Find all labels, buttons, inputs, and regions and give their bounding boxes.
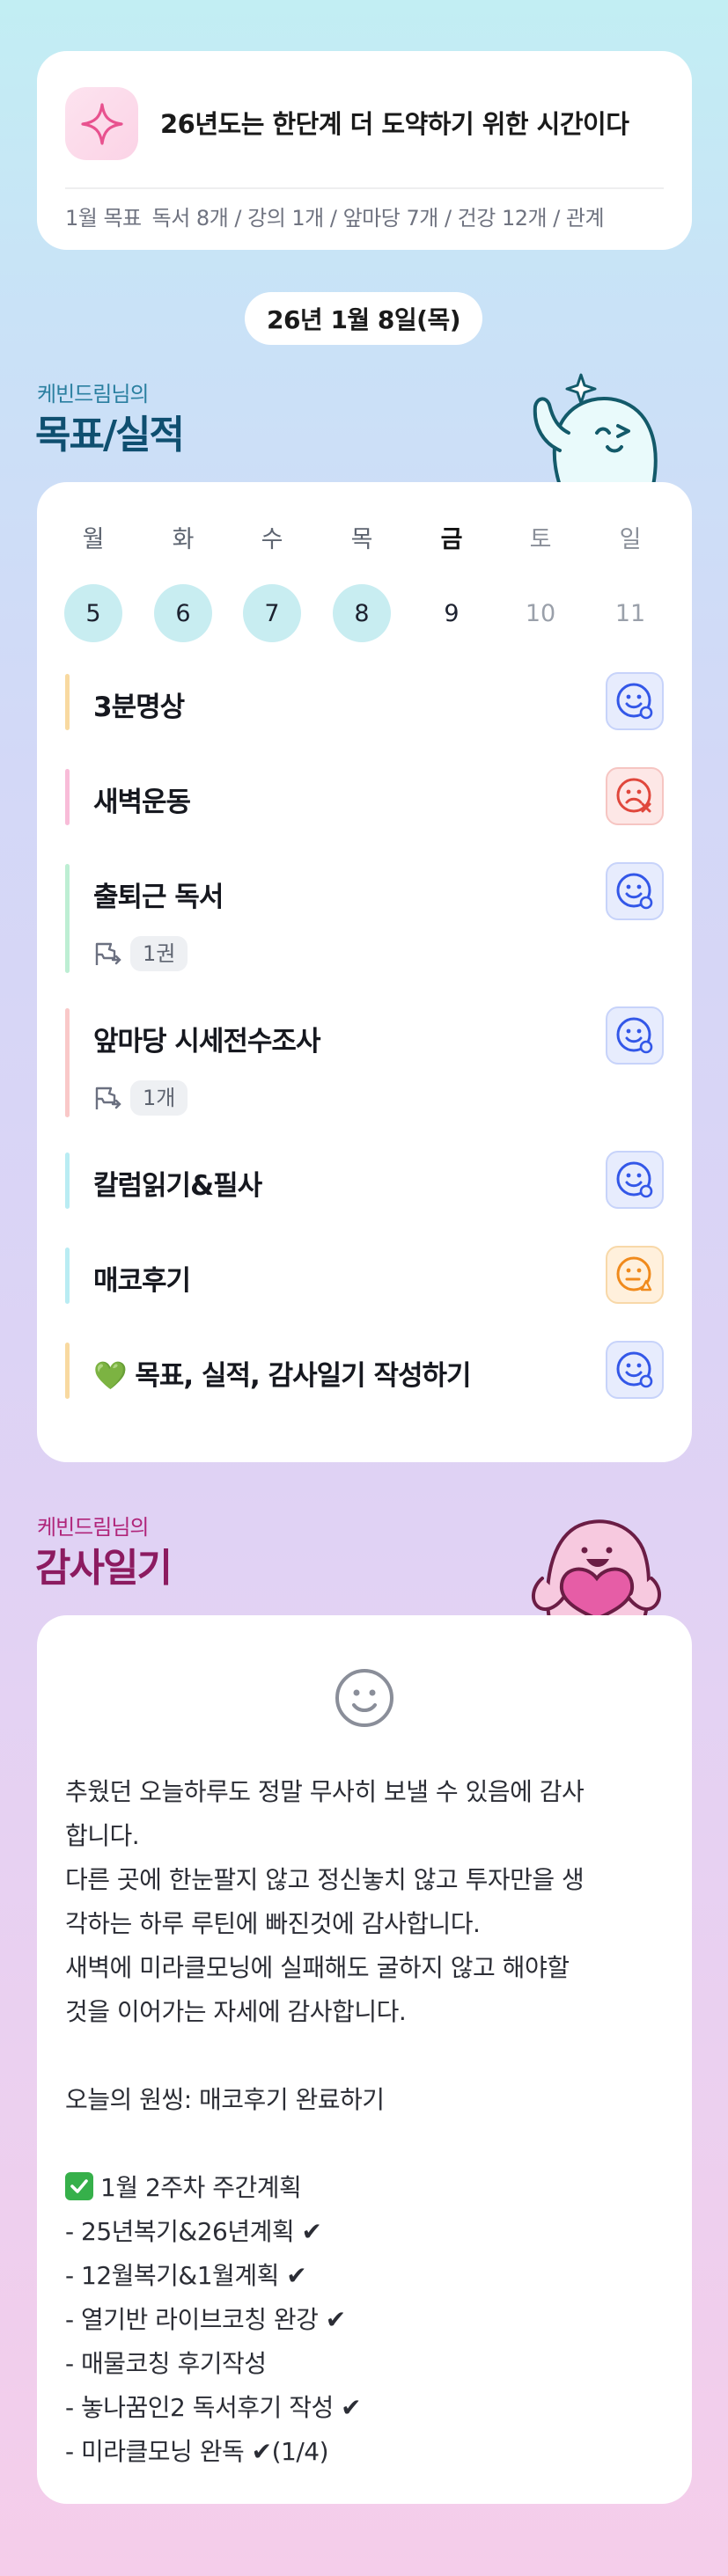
gratitude-line: - 25년복기&26년계획 ✔: [65, 2217, 322, 2246]
gratitude-line: 다른 곳에 한눈팔지 않고 정신놓치 않고 투자만을 생: [65, 1865, 585, 1894]
task-title: 3분명상: [93, 692, 185, 723]
gratitude-line: - 12월복기&1월계획 ✔: [65, 2261, 307, 2290]
goals-card: 월 5 화 6 수 7 목 8 금 9 토 10 일 11 3분명상 새벽운동 …: [37, 482, 692, 1462]
check-mark-icon: [65, 2172, 93, 2200]
mascot-cheer-illustration: [533, 373, 658, 486]
day-number: 7: [243, 584, 301, 642]
task-color-bar: [65, 1008, 70, 1117]
status-smile-icon[interactable]: [606, 1151, 664, 1209]
status-smile-icon[interactable]: [606, 1006, 664, 1065]
status-smile-icon[interactable]: [606, 1341, 664, 1399]
task-title: 출퇴근 독서: [93, 882, 224, 913]
status-smile-icon[interactable]: [606, 862, 664, 920]
task-color-bar: [65, 1153, 70, 1209]
day-fri[interactable]: 금 9: [421, 523, 482, 642]
task-meta-chip: 1권: [130, 936, 188, 971]
status-smile-icon[interactable]: [606, 672, 664, 730]
day-name: 토: [529, 526, 552, 553]
gratitude-line-text: 1월 2주차 주간계획: [100, 2173, 302, 2202]
goals-section-title: 목표/실적: [35, 413, 185, 457]
task-title: 💚 목표, 실적, 감사일기 작성하기: [93, 1360, 472, 1392]
day-tue[interactable]: 화 6: [152, 523, 214, 642]
day-number: 10: [525, 599, 556, 627]
day-name: 수: [261, 526, 283, 553]
gratitude-line: 합니다.: [65, 1821, 140, 1850]
day-number: 5: [64, 584, 122, 642]
day-mon[interactable]: 월 5: [63, 523, 124, 642]
day-sat[interactable]: 토 10: [510, 523, 571, 642]
day-name: 화: [172, 526, 195, 553]
task-title: 앞마당 시세전수조사: [93, 1026, 320, 1057]
day-number: 8: [333, 584, 391, 642]
mascot-heart-illustration: [532, 1519, 661, 1619]
gratitude-line: 오늘의 원씽: 매코후기 완료하기: [65, 2085, 385, 2114]
task-meta-chip: 1개: [130, 1080, 188, 1116]
gratitude-line: [65, 2122, 673, 2166]
gratitude-line: 각하는 하루 루틴에 빠진것에 감사합니다.: [65, 1909, 481, 1938]
day-number: 11: [614, 599, 646, 627]
smile-icon[interactable]: [333, 1666, 396, 1730]
gratitude-section-title: 감사일기: [35, 1546, 173, 1591]
task-color-bar: [65, 674, 70, 730]
goal-title: 26년도는 한단계 더 도약하기 위한 시간이다: [160, 109, 629, 139]
gratitude-line: - 열기반 라이브코칭 완강 ✔: [65, 2305, 346, 2334]
day-wed[interactable]: 수 7: [241, 523, 303, 642]
status-frown-icon[interactable]: [606, 767, 664, 825]
date-pill[interactable]: 26년 1월 8일(목): [245, 292, 482, 345]
flag-icon: [95, 1087, 121, 1109]
month-label: 1월 목표: [65, 206, 142, 231]
task-meta: 1권: [93, 936, 188, 971]
day-thu[interactable]: 목 8: [331, 523, 393, 642]
gratitude-line: - 미라클모닝 완독 ✔(1/4): [65, 2437, 329, 2466]
day-number: 6: [154, 584, 212, 642]
task-title: 매코후기: [93, 1265, 191, 1297]
gratitude-line: - 매물코칭 후기작성: [65, 2349, 267, 2378]
gratitude-line: 새벽에 미라클모닝에 실패해도 굴하지 않고 해야할: [65, 1953, 570, 1982]
flag-icon: [95, 942, 121, 965]
status-neutral-icon[interactable]: [606, 1246, 664, 1304]
monthly-goals-text: 독서 8개 / 강의 1개 / 앞마당 7개 / 건강 12개 / 관계: [151, 206, 605, 231]
gratitude-line: - 놓나꿈인2 독서후기 작성 ✔: [65, 2393, 362, 2422]
gratitude-line: 추웠던 오늘하루도 정말 무사히 보낼 수 있음에 감사: [65, 1777, 585, 1806]
task-color-bar: [65, 1248, 70, 1304]
task-color-bar: [65, 864, 70, 973]
day-name: 목: [350, 526, 373, 553]
gratitude-line-checklist: 1월 2주차 주간계획: [65, 2166, 673, 2210]
day-name: 금: [440, 526, 463, 553]
task-color-bar: [65, 1343, 70, 1399]
task-color-bar: [65, 769, 70, 825]
task-title: 칼럼읽기&필사: [93, 1170, 262, 1202]
gratitude-card: 추웠던 오늘하루도 정말 무사히 보낼 수 있음에 감사 합니다. 다른 곳에 …: [37, 1615, 692, 2504]
gratitude-text: 추웠던 오늘하루도 정말 무사히 보낼 수 있음에 감사 합니다. 다른 곳에 …: [65, 1770, 673, 2474]
day-name: 월: [82, 526, 105, 553]
sparkle-icon: [65, 87, 138, 160]
gratitude-line: [65, 2034, 673, 2078]
monthly-goals: 1월 목표 독서 8개 / 강의 1개 / 앞마당 7개 / 건강 12개 / 관…: [65, 201, 692, 236]
task-meta: 1개: [93, 1080, 188, 1116]
task-title: 새벽운동: [93, 787, 191, 818]
day-sun[interactable]: 일 11: [599, 523, 661, 642]
gratitude-line: 것을 이어가는 자세에 감사합니다.: [65, 1997, 407, 2026]
day-name: 일: [619, 526, 642, 553]
divider: [65, 187, 664, 189]
day-number: 9: [444, 599, 460, 627]
goal-card[interactable]: 26년도는 한단계 더 도약하기 위한 시간이다 1월 목표 독서 8개 / 강의…: [37, 51, 692, 250]
